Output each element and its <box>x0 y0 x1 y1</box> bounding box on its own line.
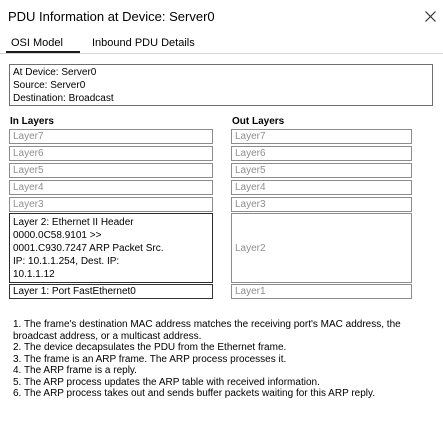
source-label: Source: Server0 <box>13 80 86 91</box>
in-layer4[interactable]: Layer4 <box>9 180 213 195</box>
device-info-box: At Device: Server0 Source: Server0 Desti… <box>9 64 433 106</box>
description-step: 5. The ARP process updates the ARP table… <box>13 376 320 388</box>
out-layers-header: Out Layers <box>232 116 285 127</box>
in-layer6[interactable]: Layer6 <box>9 146 213 161</box>
in-layer2-line: IP: 10.1.1.254, Dest. IP: <box>13 256 120 267</box>
tab-inbound-pdu-details[interactable]: Inbound PDU Details <box>92 37 195 49</box>
out-layer7[interactable]: Layer7 <box>231 129 412 144</box>
in-layer2-line: 0001.C930.7247 ARP Packet Src. <box>13 243 164 254</box>
in-layer3[interactable]: Layer3 <box>9 197 213 212</box>
window-title: PDU Information at Device: Server0 <box>8 9 215 24</box>
title-bar: PDU Information at Device: Server0 <box>0 0 443 32</box>
description-step: 1. The frame's destination MAC address m… <box>13 319 401 342</box>
tab-divider <box>0 53 443 54</box>
in-layer5[interactable]: Layer5 <box>9 163 213 178</box>
out-layer3[interactable]: Layer3 <box>231 197 412 212</box>
close-icon <box>424 10 436 22</box>
out-layer6[interactable]: Layer6 <box>231 146 412 161</box>
tab-bar: OSI Model Inbound PDU Details <box>0 34 443 54</box>
out-layer2[interactable]: Layer2 <box>231 213 412 283</box>
in-layer1[interactable]: Layer 1: Port FastEthernet0 <box>9 284 213 299</box>
in-layer2-line: 0000.0C58.9101 >> <box>13 230 102 241</box>
tab-osi-model[interactable]: OSI Model <box>11 37 63 49</box>
description-step: 4. The ARP frame is a reply. <box>13 365 137 376</box>
device-label: At Device: Server0 <box>13 67 97 78</box>
description-text: 1. The frame's destination MAC address m… <box>13 319 435 400</box>
close-button[interactable] <box>418 5 442 27</box>
in-layer2[interactable]: Layer 2: Ethernet II Header 0000.0C58.91… <box>9 213 213 283</box>
out-layer2-label: Layer2 <box>235 242 266 254</box>
description-step: 3. The frame is an ARP frame. The ARP pr… <box>13 353 287 365</box>
in-layer2-line: Layer 2: Ethernet II Header <box>13 217 134 228</box>
description-step: 6. The ARP process takes out and sends b… <box>13 388 376 399</box>
out-layer1[interactable]: Layer1 <box>231 284 412 299</box>
in-layer7[interactable]: Layer7 <box>9 129 213 144</box>
in-layers-header: In Layers <box>10 116 54 127</box>
destination-label: Destination: Broadcast <box>13 93 114 104</box>
out-layer5[interactable]: Layer5 <box>231 163 412 178</box>
in-layer2-line: 10.1.1.12 <box>13 269 55 280</box>
description-step: 2. The device decapsulates the PDU from … <box>13 342 287 353</box>
out-layer4[interactable]: Layer4 <box>231 180 412 195</box>
